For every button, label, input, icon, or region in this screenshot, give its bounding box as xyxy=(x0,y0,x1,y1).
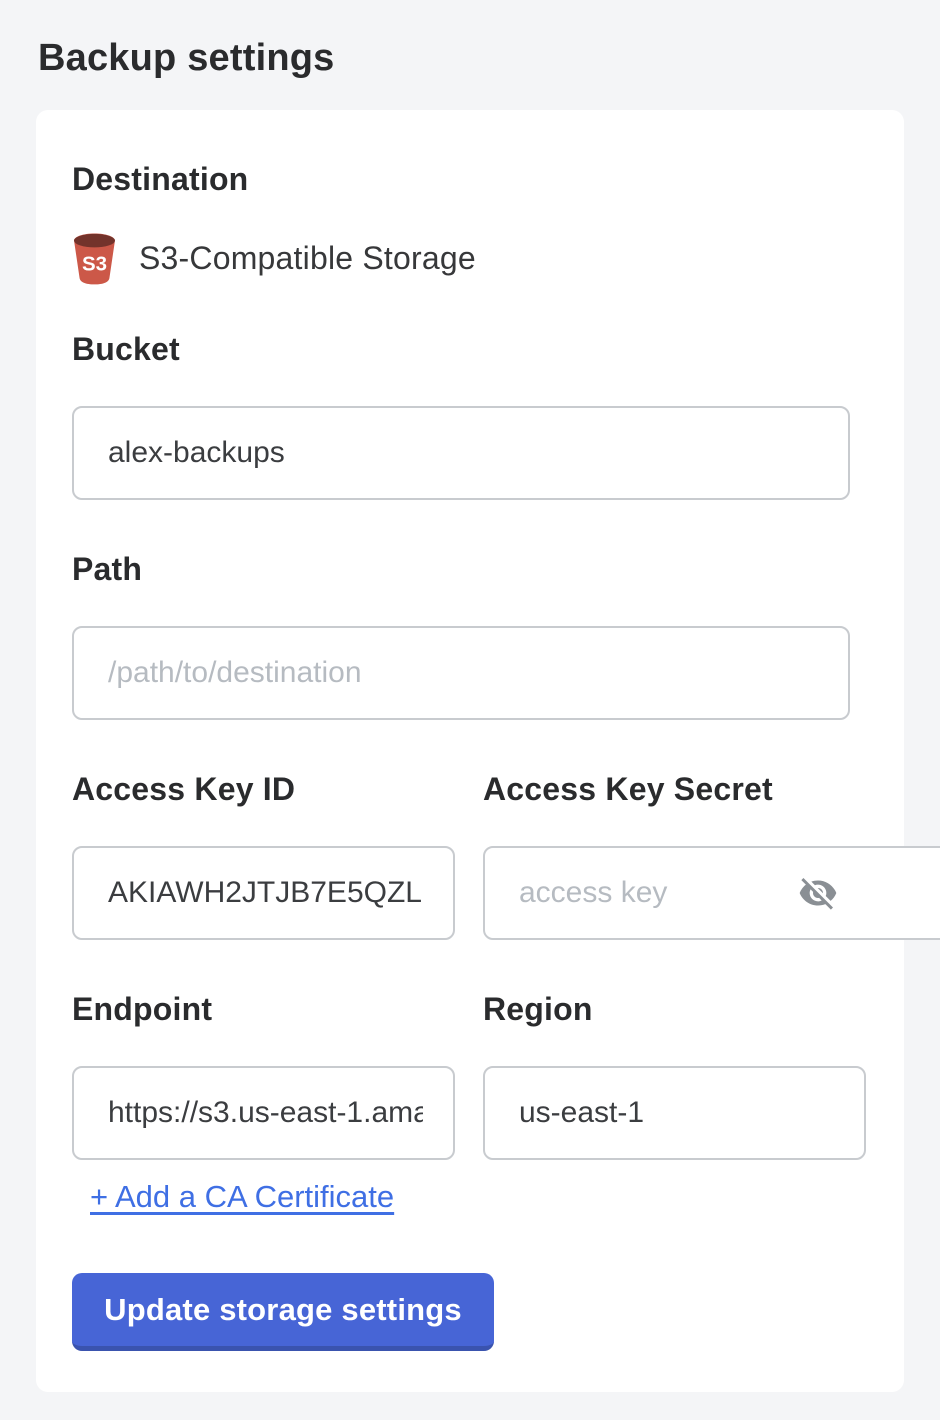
backup-settings-card: Destination S3 S3-Compatible Storage Buc… xyxy=(36,110,904,1392)
destination-label: Destination xyxy=(72,163,868,196)
destination-row: S3 S3-Compatible Storage xyxy=(72,230,868,286)
page-title: Backup settings xyxy=(0,0,940,80)
svg-text:S3: S3 xyxy=(82,252,107,275)
path-input[interactable] xyxy=(72,626,850,720)
access-key-secret-field xyxy=(483,846,866,940)
toggle-secret-visibility-button[interactable] xyxy=(796,871,840,915)
destination-value: S3-Compatible Storage xyxy=(139,240,476,277)
access-key-id-input[interactable] xyxy=(72,846,455,940)
access-key-secret-input[interactable] xyxy=(483,846,940,940)
bucket-label: Bucket xyxy=(72,333,868,366)
update-storage-settings-button[interactable]: Update storage settings xyxy=(72,1273,494,1351)
eye-off-icon xyxy=(798,873,838,913)
s3-bucket-icon: S3 xyxy=(72,231,117,285)
region-label: Region xyxy=(483,993,866,1026)
region-input[interactable] xyxy=(483,1066,866,1160)
endpoint-input[interactable] xyxy=(72,1066,455,1160)
add-ca-certificate-link[interactable]: + Add a CA Certificate xyxy=(90,1180,394,1214)
bucket-input[interactable] xyxy=(72,406,850,500)
path-label: Path xyxy=(72,553,868,586)
endpoint-label: Endpoint xyxy=(72,993,455,1026)
access-key-id-label: Access Key ID xyxy=(72,773,455,806)
access-key-secret-label: Access Key Secret xyxy=(483,773,866,806)
